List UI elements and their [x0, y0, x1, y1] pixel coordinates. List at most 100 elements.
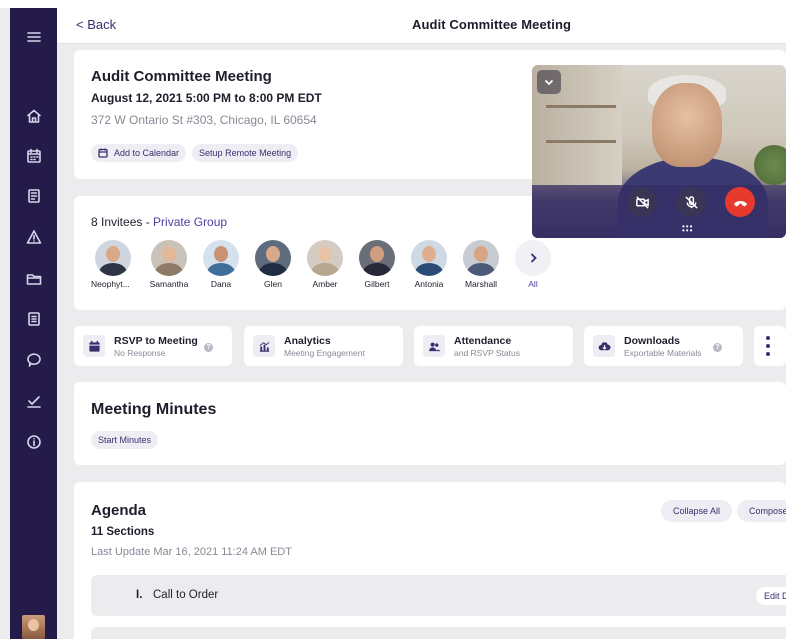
invitee-separator: - [142, 215, 154, 229]
avatar [95, 240, 131, 276]
invitee-name: Amber [312, 279, 338, 289]
analytics-title: Analytics [284, 335, 331, 347]
avatar [411, 240, 447, 276]
invitee[interactable]: Gilbert [351, 240, 403, 289]
video-call-window[interactable]: ••• ••• [532, 65, 786, 238]
invitees-heading: 8 Invitees - Private Group [91, 215, 227, 229]
avatar [463, 240, 499, 276]
page-title: Audit Committee Meeting [412, 17, 572, 32]
agenda-last-update: Last Update Mar 16, 2021 11:24 AM EDT [91, 546, 292, 558]
home-icon[interactable] [10, 105, 57, 127]
rsvp-status: No Response [114, 348, 166, 358]
rsvp-tile[interactable]: RSVP to Meeting No Response ? [74, 326, 232, 366]
invitee[interactable]: Marshall [455, 240, 507, 289]
minutes-title: Meeting Minutes [91, 401, 217, 418]
video-shelf [546, 105, 616, 108]
chevron-down-icon [544, 79, 554, 86]
add-to-calendar-button[interactable]: Add to Calendar [91, 144, 187, 162]
start-minutes-label: Start Minutes [98, 435, 152, 445]
chat-icon[interactable] [10, 349, 57, 371]
invitee-name: Marshall [464, 279, 498, 289]
invitee[interactable]: Antonia [403, 240, 455, 289]
downloads-subtitle: Exportable Materials [624, 348, 702, 358]
calendar-small-icon [98, 148, 108, 158]
invitee[interactable]: Neophyt... [91, 240, 143, 289]
cloud-download-icon [593, 335, 615, 357]
checkmark-icon[interactable] [10, 390, 57, 412]
avatar [203, 240, 239, 276]
invitee[interactable]: Samantha [143, 240, 195, 289]
analytics-subtitle: Meeting Engagement [284, 348, 365, 358]
invitee-name: Samantha [149, 279, 189, 289]
more-options-button[interactable] [754, 326, 786, 366]
group-link[interactable]: Private Group [153, 215, 227, 229]
invitee-name: Gilbert [364, 279, 390, 289]
chevron-right-icon [515, 240, 551, 276]
user-avatar[interactable] [22, 615, 45, 639]
downloads-tile[interactable]: Downloads Exportable Materials ? [584, 326, 743, 366]
help-icon[interactable]: ? [204, 343, 213, 352]
view-all-invitees-button[interactable]: All [507, 240, 559, 289]
menu-icon[interactable] [10, 26, 57, 48]
phone-hangup-icon [733, 200, 747, 207]
meeting-date: August 12, 2021 5:00 PM to 8:00 PM EDT [91, 91, 322, 105]
mic-off-icon [684, 195, 698, 209]
attendance-subtitle: and RSVP Status [454, 348, 520, 358]
collapse-video-button[interactable] [537, 70, 561, 94]
compose-button[interactable]: Compose [737, 500, 786, 522]
setup-remote-meeting-button[interactable]: Setup Remote Meeting [192, 144, 299, 162]
sidebar [10, 8, 57, 639]
calendar-icon[interactable] [10, 145, 57, 167]
downloads-title: Downloads [624, 335, 681, 347]
toggle-mic-button[interactable] [676, 187, 706, 217]
video-participant-face [652, 83, 722, 167]
more-vertical-icon [766, 336, 770, 356]
attendance-tile[interactable]: Attendance and RSVP Status [414, 326, 573, 366]
all-label: All [528, 279, 538, 289]
rsvp-title: RSVP to Meeting [114, 335, 198, 347]
video-plant [754, 145, 786, 185]
video-shelf [546, 140, 616, 143]
drag-handle-icon[interactable]: ••• ••• [682, 223, 698, 235]
avatar [255, 240, 291, 276]
start-minutes-button[interactable]: Start Minutes [91, 431, 159, 449]
agenda-card: Agenda 11 Sections Last Update Mar 16, 2… [74, 482, 786, 639]
setup-remote-label: Setup Remote Meeting [199, 148, 292, 158]
top-strip [0, 0, 786, 8]
agenda-title: Agenda [91, 502, 147, 519]
chart-icon [253, 335, 275, 357]
folder-icon[interactable] [10, 268, 57, 290]
end-call-button[interactable] [725, 187, 755, 217]
agenda-item[interactable]: I. Call to Order Edit D [91, 575, 786, 616]
edit-button[interactable]: Edit D [756, 587, 786, 605]
agenda-item-number: I. [136, 589, 143, 601]
invitee-name: Antonia [414, 279, 444, 289]
calendar-icon [83, 335, 105, 357]
back-button[interactable]: < Back [76, 17, 116, 32]
collapse-all-button[interactable]: Collapse All [661, 500, 733, 522]
help-icon[interactable]: ? [713, 343, 722, 352]
invitee-name: Glen [264, 279, 282, 289]
toggle-camera-button[interactable] [627, 187, 657, 217]
invitee-count: 8 Invitees [91, 215, 143, 229]
invitee[interactable]: Glen [247, 240, 299, 289]
invitee[interactable]: Amber [299, 240, 351, 289]
book-icon[interactable] [10, 308, 57, 330]
invitee-list: Neophyt... Samantha Dana Glen Amber Gilb… [91, 240, 559, 289]
agenda-section-count: 11 Sections [91, 526, 155, 538]
agenda-item-label: Call to Order [153, 589, 219, 601]
agenda-item[interactable] [91, 627, 786, 639]
avatar [359, 240, 395, 276]
analytics-tile[interactable]: Analytics Meeting Engagement [244, 326, 403, 366]
attendance-title: Attendance [454, 335, 512, 347]
warning-icon[interactable] [10, 226, 57, 248]
avatar [307, 240, 343, 276]
avatar [151, 240, 187, 276]
info-icon[interactable] [10, 431, 57, 453]
people-icon [423, 335, 445, 357]
document-icon[interactable] [10, 185, 57, 207]
add-to-calendar-label: Add to Calendar [114, 148, 180, 158]
invitee-name: Dana [210, 279, 232, 289]
meeting-address: 372 W Ontario St #303, Chicago, IL 60654 [91, 113, 317, 127]
invitee[interactable]: Dana [195, 240, 247, 289]
